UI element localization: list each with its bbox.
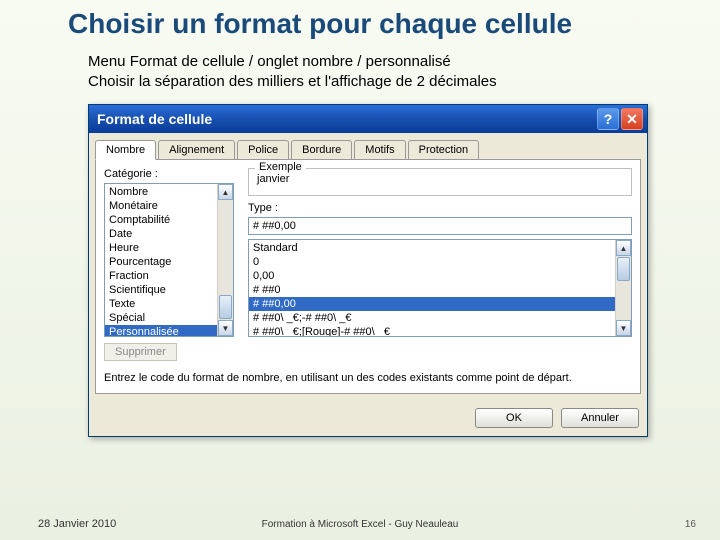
list-item[interactable]: Standard bbox=[249, 241, 615, 255]
list-item-selected[interactable]: # ##0,00 bbox=[249, 297, 615, 311]
subtitle-line-2: Choisir la séparation des milliers et l'… bbox=[88, 72, 497, 92]
list-item[interactable]: # ##0\ _€;-# ##0\ _€ bbox=[249, 311, 615, 325]
format-cell-dialog: Format de cellule ? ✕ Nombre Alignement … bbox=[88, 104, 648, 437]
footer-title: Formation à Microsoft Excel - Guy Neaule… bbox=[0, 519, 720, 530]
type-label: Type : bbox=[248, 202, 632, 214]
list-item[interactable]: 0 bbox=[249, 255, 615, 269]
list-item[interactable]: Nombre bbox=[105, 185, 217, 199]
scroll-up-icon[interactable]: ▲ bbox=[218, 184, 233, 200]
titlebar-title: Format de cellule bbox=[97, 111, 595, 127]
ok-button[interactable]: OK bbox=[475, 408, 553, 428]
slide-subtitle: Menu Format de cellule / onglet nombre /… bbox=[88, 52, 497, 93]
scrollbar[interactable]: ▲ ▼ bbox=[615, 240, 631, 336]
tab-alignement[interactable]: Alignement bbox=[158, 140, 235, 160]
help-icon[interactable]: ? bbox=[597, 108, 619, 130]
category-label: Catégorie : bbox=[104, 168, 234, 180]
tab-motifs[interactable]: Motifs bbox=[354, 140, 405, 160]
scroll-up-icon[interactable]: ▲ bbox=[616, 240, 631, 256]
type-input[interactable] bbox=[248, 217, 632, 235]
list-item[interactable]: Texte bbox=[105, 297, 217, 311]
list-item[interactable]: Pourcentage bbox=[105, 255, 217, 269]
delete-button: Supprimer bbox=[104, 343, 177, 361]
tab-nombre[interactable]: Nombre bbox=[95, 140, 156, 160]
list-item[interactable]: Monétaire bbox=[105, 199, 217, 213]
titlebar[interactable]: Format de cellule ? ✕ bbox=[89, 105, 647, 133]
list-item[interactable]: Spécial bbox=[105, 311, 217, 325]
footer-page-number: 16 bbox=[685, 519, 696, 530]
scroll-down-icon[interactable]: ▼ bbox=[218, 320, 233, 336]
scroll-thumb[interactable] bbox=[617, 257, 630, 281]
tab-panel-nombre: Catégorie : Nombre Monétaire Comptabilit… bbox=[95, 159, 641, 394]
example-group: Exemple janvier bbox=[248, 168, 632, 196]
subtitle-line-1: Menu Format de cellule / onglet nombre /… bbox=[88, 52, 497, 72]
slide-title: Choisir un format pour chaque cellule bbox=[68, 8, 572, 40]
scrollbar[interactable]: ▲ ▼ bbox=[217, 184, 233, 336]
tabstrip: Nombre Alignement Police Bordure Motifs … bbox=[89, 133, 647, 159]
example-legend: Exemple bbox=[255, 161, 306, 173]
list-item[interactable]: Heure bbox=[105, 241, 217, 255]
scroll-thumb[interactable] bbox=[219, 295, 232, 319]
example-value: janvier bbox=[255, 173, 625, 185]
tab-police[interactable]: Police bbox=[237, 140, 289, 160]
category-listbox[interactable]: Nombre Monétaire Comptabilité Date Heure… bbox=[104, 183, 234, 337]
list-item[interactable]: Comptabilité bbox=[105, 213, 217, 227]
list-item-selected[interactable]: Personnalisée bbox=[105, 325, 217, 337]
dialog-button-row: OK Annuler bbox=[89, 400, 647, 436]
help-text: Entrez le code du format de nombre, en u… bbox=[104, 371, 632, 385]
cancel-button[interactable]: Annuler bbox=[561, 408, 639, 428]
type-listbox[interactable]: Standard 0 0,00 # ##0 # ##0,00 # ##0\ _€… bbox=[248, 239, 632, 337]
tab-bordure[interactable]: Bordure bbox=[291, 140, 352, 160]
close-icon[interactable]: ✕ bbox=[621, 108, 643, 130]
list-item[interactable]: Fraction bbox=[105, 269, 217, 283]
list-item[interactable]: 0,00 bbox=[249, 269, 615, 283]
list-item[interactable]: # ##0\ _€;[Rouge]-# ##0\ _€ bbox=[249, 325, 615, 337]
list-item[interactable]: Scientifique bbox=[105, 283, 217, 297]
list-item[interactable]: Date bbox=[105, 227, 217, 241]
tab-protection[interactable]: Protection bbox=[408, 140, 480, 160]
scroll-down-icon[interactable]: ▼ bbox=[616, 320, 631, 336]
list-item[interactable]: # ##0 bbox=[249, 283, 615, 297]
